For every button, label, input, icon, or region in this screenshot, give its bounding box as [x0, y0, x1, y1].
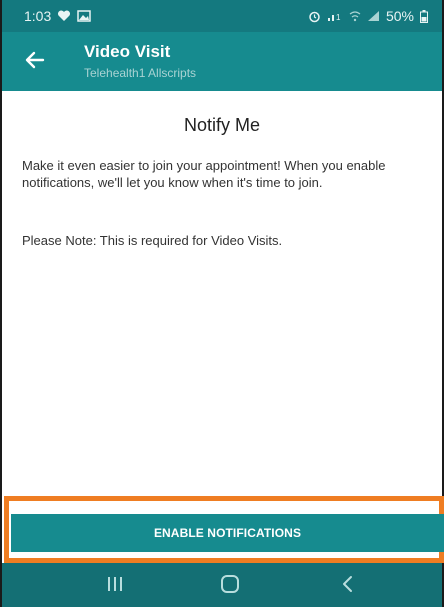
svg-text:1: 1: [336, 13, 341, 22]
battery-percent: 50%: [385, 8, 414, 24]
enable-notifications-button[interactable]: ENABLE NOTIFICATIONS: [11, 514, 444, 552]
page-title: Video Visit: [84, 42, 171, 61]
navigation-bar: [2, 563, 442, 607]
notify-heading: Notify Me: [183, 115, 261, 135]
enable-notifications-label: ENABLE NOTIFICATIONS: [153, 526, 302, 540]
home-icon: [220, 574, 240, 599]
signal-icon: 1: [327, 10, 343, 22]
back-button[interactable]: [20, 48, 50, 76]
alarm-icon: [308, 10, 321, 23]
home-button[interactable]: [210, 573, 250, 599]
notify-note: Please Note: This is required for Video …: [22, 233, 283, 248]
image-icon: [77, 10, 91, 22]
wifi-icon: [349, 10, 361, 22]
page-subtitle: Telehealth1 Allscripts: [84, 66, 197, 80]
status-left: 1:03: [24, 8, 91, 24]
status-bar: 1:03 1 50%: [2, 0, 442, 32]
battery-icon: [420, 9, 428, 23]
title-block: Video Visit Telehealth1 Allscripts: [84, 42, 196, 82]
back-nav-icon: [341, 575, 355, 598]
app-bar: Video Visit Telehealth1 Allscripts: [2, 32, 442, 91]
content-area: Notify Me Make it even easier to join yo…: [2, 91, 442, 496]
status-time: 1:03: [24, 8, 52, 24]
notify-body-text: Make it even easier to join your appoint…: [22, 157, 422, 191]
phone-screen: 1:03 1 50% Video Visit Telehealth1 Allsc…: [0, 0, 444, 607]
cell-signal-icon: [367, 10, 380, 22]
status-right: 1 50%: [308, 8, 428, 24]
arrow-left-icon: [25, 51, 45, 74]
recent-apps-button[interactable]: [95, 573, 135, 599]
recent-apps-icon: [106, 576, 124, 597]
system-back-button[interactable]: [328, 573, 368, 599]
notify-description: Make it even easier to join your appoint…: [22, 158, 386, 190]
heart-icon: [57, 10, 71, 22]
